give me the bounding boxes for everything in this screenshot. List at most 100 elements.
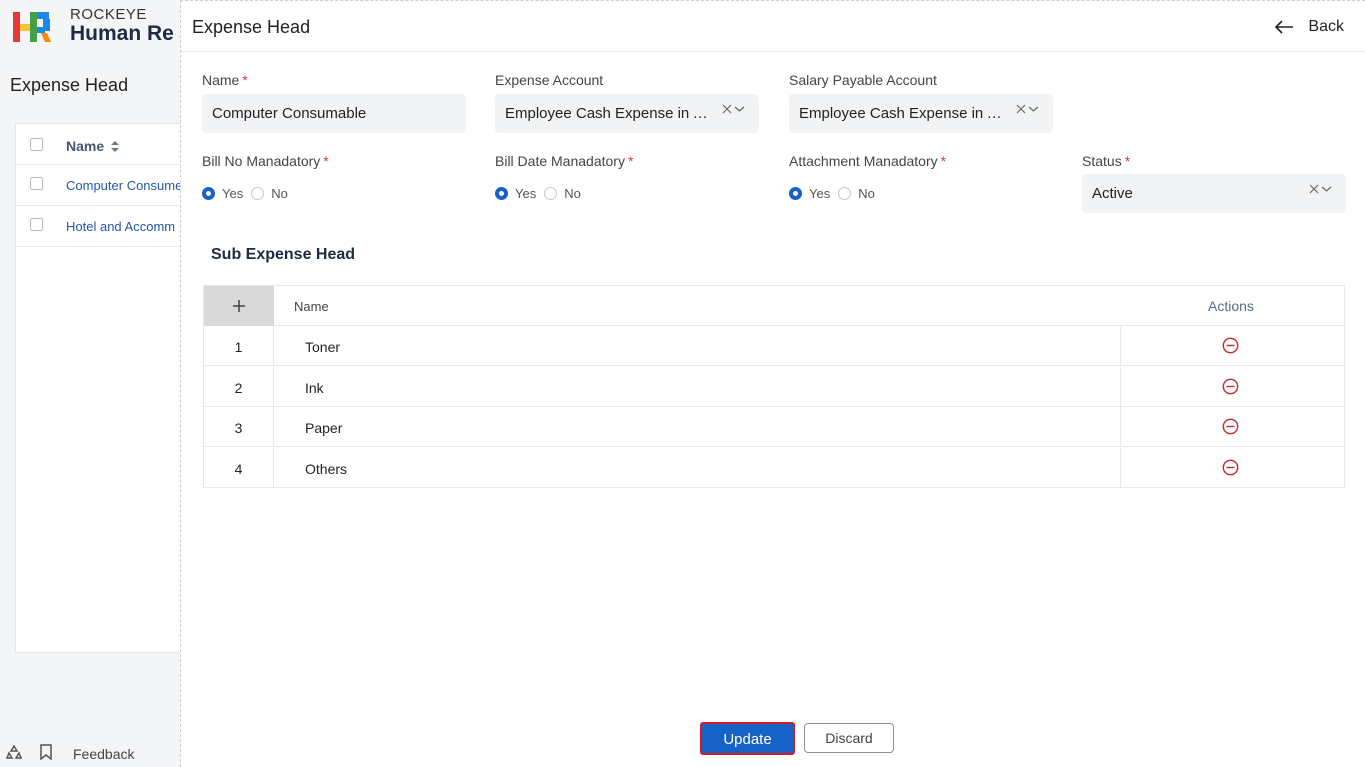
radio-no-label: No [271, 185, 288, 201]
row-name[interactable]: Toner [305, 339, 340, 355]
sort-icon [111, 141, 120, 152]
row-index: 1 [204, 326, 274, 366]
expense-account-select[interactable]: Employee Cash Expense in Adv... [495, 94, 759, 133]
bill-no-no-radio[interactable] [251, 186, 265, 200]
attachment-no-radio[interactable] [838, 186, 852, 200]
bill-date-yes-radio[interactable] [495, 186, 508, 200]
expense-head-table: Name Computer Consume Hotel and Accomm [15, 123, 196, 653]
required-mark: * [242, 72, 248, 88]
row-checkbox[interactable] [30, 218, 43, 231]
status-value: Active [1092, 185, 1133, 202]
required-mark: * [1124, 153, 1131, 169]
row-actions [1120, 448, 1344, 488]
row-actions [1120, 326, 1344, 366]
clear-icon[interactable] [1016, 104, 1026, 114]
status-select[interactable]: Active [1082, 174, 1346, 213]
footer-bar: Feedback [0, 740, 180, 767]
drawer-title: Expense Head [192, 17, 311, 37]
required-mark: * [323, 153, 329, 169]
row-name[interactable]: Paper [305, 420, 342, 436]
table-row: 4 Others [204, 448, 1344, 488]
radio-yes-label: Yes [809, 185, 831, 201]
remove-circle-icon[interactable] [1222, 337, 1239, 354]
attachment-label-text: Attachment Manadatory [789, 153, 938, 169]
brand-company: ROCKEYE [70, 6, 147, 23]
row-name[interactable]: Others [305, 461, 347, 477]
status-label: Status * [1082, 153, 1130, 169]
page-title: Expense Head [10, 75, 129, 95]
remove-circle-icon[interactable] [1222, 418, 1239, 435]
radio-yes-label: Yes [222, 185, 244, 201]
row-index: 2 [204, 367, 274, 407]
back-label: Back [1308, 18, 1344, 35]
name-column-header: Name [294, 299, 329, 314]
required-mark: * [940, 153, 947, 169]
grid-header-row: Name Actions [204, 286, 1344, 326]
name-input[interactable]: Computer Consumable [202, 94, 466, 133]
chevron-down-icon[interactable] [1028, 105, 1039, 113]
row-actions [1120, 407, 1344, 447]
salary-payable-account-label: Salary Payable Account [789, 72, 937, 88]
row-name-link[interactable]: Hotel and Accomm [66, 219, 175, 234]
drawer-header: Expense Head Back [181, 1, 1365, 52]
select-all-checkbox[interactable] [30, 138, 43, 151]
feedback-link[interactable]: Feedback [73, 746, 134, 762]
table-row: 2 Ink [204, 367, 1344, 407]
expense-account-label: Expense Account [495, 72, 604, 88]
table-header-row: Name [16, 124, 196, 165]
add-row-button[interactable] [204, 286, 274, 326]
row-actions [1120, 367, 1344, 407]
row-name[interactable]: Ink [305, 380, 324, 396]
salary-payable-account-select[interactable]: Employee Cash Expense in Adv... [789, 94, 1053, 133]
plus-icon [233, 300, 245, 312]
attachment-label: Attachment Manadatory * [789, 153, 946, 169]
bill-no-radio-group: Yes No [202, 185, 296, 201]
discard-button[interactable]: Discard [804, 723, 894, 753]
row-checkbox[interactable] [30, 177, 43, 190]
bill-no-yes-radio[interactable] [202, 186, 215, 200]
salary-payable-account-value: Employee Cash Expense in Adv... [799, 105, 1024, 122]
name-label-text: Name [202, 72, 240, 88]
bill-date-radio-group: Yes No [495, 185, 589, 201]
bill-no-label: Bill No Manadatory * [202, 153, 329, 169]
table-row: 1 Toner [204, 326, 1344, 366]
select-controls [1016, 104, 1039, 114]
name-column-label: Name [66, 138, 105, 154]
bill-date-no-radio[interactable] [544, 186, 558, 200]
chevron-down-icon[interactable] [1321, 185, 1332, 193]
back-button[interactable]: Back [1274, 15, 1344, 39]
table-row[interactable]: Hotel and Accomm [16, 206, 196, 247]
clear-icon[interactable] [1309, 184, 1319, 194]
clear-icon[interactable] [722, 104, 732, 114]
sub-expense-head-title: Sub Expense Head [211, 246, 356, 263]
radio-no-label: No [564, 185, 581, 201]
bill-date-label: Bill Date Manadatory * [495, 153, 633, 169]
expense-head-drawer: Expense Head Back Name * Expense Account … [180, 0, 1365, 767]
bill-no-label-text: Bill No Manadatory [202, 153, 321, 169]
row-name-link[interactable]: Computer Consume [66, 178, 182, 193]
attachment-yes-radio[interactable] [789, 186, 802, 200]
arrow-left-icon [1275, 20, 1294, 34]
select-controls [722, 104, 745, 114]
bill-date-label-text: Bill Date Manadatory [495, 153, 625, 169]
recycle-icon[interactable] [6, 744, 22, 760]
update-button[interactable]: Update [700, 722, 795, 755]
hr-logo [13, 12, 51, 42]
actions-column-header: Actions [1208, 298, 1254, 314]
table-row: 3 Paper [204, 407, 1344, 447]
chevron-down-icon[interactable] [734, 105, 745, 113]
radio-yes-label: Yes [515, 185, 537, 201]
expense-account-value: Employee Cash Expense in Adv... [505, 105, 730, 122]
sub-expense-head-grid: Name Actions 1 Toner 2 Ink 3 Paper 4 Oth… [203, 285, 1345, 488]
table-row[interactable]: Computer Consume [16, 165, 196, 206]
select-controls [1309, 184, 1332, 194]
remove-circle-icon[interactable] [1222, 378, 1239, 395]
name-column-header[interactable]: Name [66, 138, 120, 154]
attachment-radio-group: Yes No [789, 185, 883, 201]
row-index: 3 [204, 407, 274, 447]
bookmark-icon[interactable] [38, 744, 54, 760]
status-label-text: Status [1082, 153, 1122, 169]
row-index: 4 [204, 448, 274, 488]
radio-no-label: No [858, 185, 875, 201]
remove-circle-icon[interactable] [1222, 459, 1239, 476]
